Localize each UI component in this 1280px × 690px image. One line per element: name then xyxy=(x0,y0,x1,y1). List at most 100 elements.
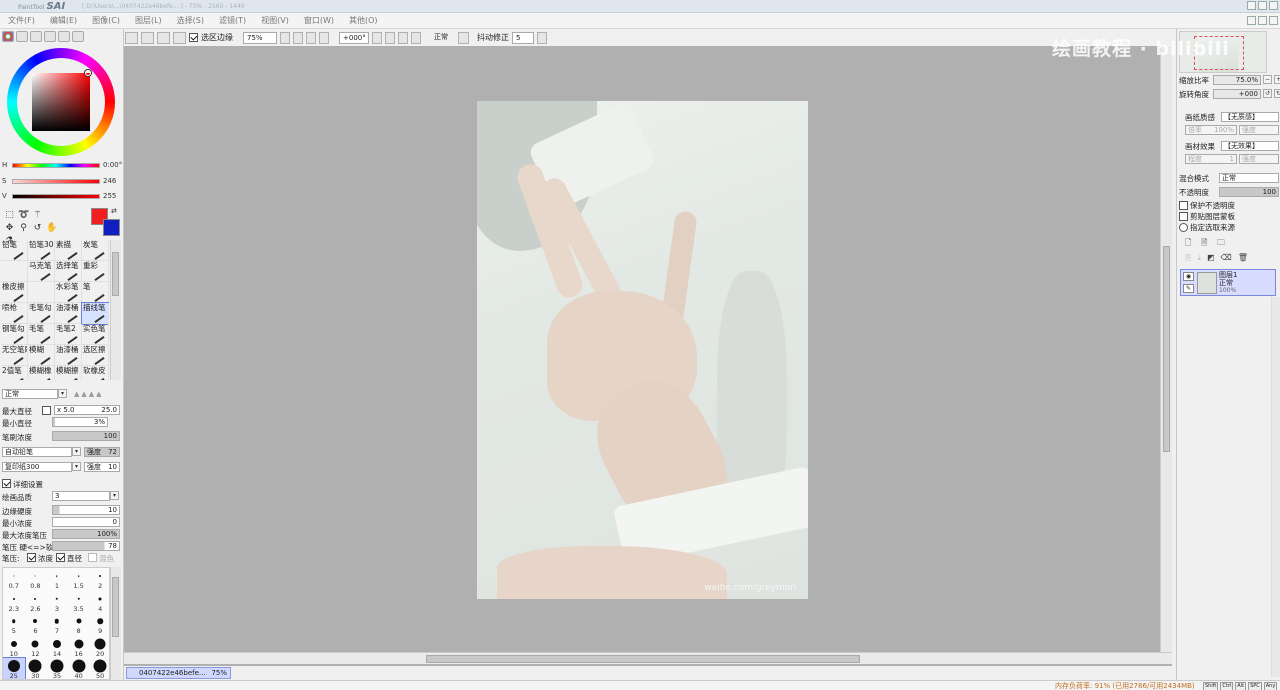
min-density-slider[interactable]: 0 xyxy=(52,517,120,527)
menu-window[interactable]: 窗口(W) xyxy=(296,15,341,26)
brush-slot[interactable]: 油漆桶 xyxy=(55,303,82,324)
brush-size-preset[interactable]: 35 xyxy=(46,658,68,679)
brush-mode-dropdown-icon[interactable]: ▾ xyxy=(58,389,67,398)
menu-other[interactable]: 其他(O) xyxy=(341,15,385,26)
brush-size-preset[interactable]: 0.7 xyxy=(3,568,25,591)
rotate-icon[interactable]: ↺ xyxy=(32,223,43,234)
brush-slot[interactable] xyxy=(1,261,28,282)
maximize-button[interactable] xyxy=(1258,1,1267,10)
brush-size-preset[interactable]: 3 xyxy=(46,591,68,614)
brush-size-preset[interactable]: 25 xyxy=(3,657,26,679)
brush-slot[interactable]: 模糊擦 xyxy=(55,366,82,380)
quality-dropdown-icon[interactable]: ▾ xyxy=(110,491,119,500)
brush-slot[interactable]: 模糊橡 xyxy=(28,366,55,380)
brush-size-preset[interactable]: 14 xyxy=(46,636,68,659)
blend-mode-select[interactable]: 正常 xyxy=(1219,173,1279,183)
brush-size-preset[interactable]: 2 xyxy=(89,568,109,591)
brush-slot[interactable]: 毛笔 xyxy=(28,324,55,345)
nav-rotate-right-button[interactable]: ↻ xyxy=(1274,89,1280,98)
close-button[interactable] xyxy=(1269,1,1278,10)
brush-size-preset[interactable]: 3.5 xyxy=(68,591,90,614)
layer-mask-icon[interactable]: ◩ xyxy=(1207,253,1215,263)
value-slider[interactable] xyxy=(12,194,100,199)
redo-button[interactable] xyxy=(141,31,154,44)
brush-slot[interactable]: 选区擦 xyxy=(82,345,109,366)
rotate-right-button[interactable] xyxy=(398,31,408,44)
effect-degree-field[interactable]: 程度 1 xyxy=(1185,154,1237,164)
brush-shape-select[interactable]: 自动铅笔 xyxy=(2,447,72,457)
brush-slot[interactable]: 油漆桶 xyxy=(55,345,82,366)
saturation-value-square[interactable] xyxy=(32,73,90,131)
mixer-tab-icon[interactable] xyxy=(72,31,84,42)
max-size-field[interactable]: x 5.0 25.0 xyxy=(54,405,120,415)
min-size-slider[interactable]: 3% xyxy=(52,417,108,427)
advanced-settings-checkbox[interactable] xyxy=(2,479,11,488)
brush-slot[interactable]: 橡皮擦 xyxy=(1,282,28,303)
brush-size-preset[interactable]: 30 xyxy=(25,658,47,679)
merge-layer-icon[interactable]: ⤓ xyxy=(1197,253,1201,263)
effect-strength-field[interactable]: 强度 xyxy=(1239,154,1279,164)
rotate-left-button[interactable] xyxy=(385,31,395,44)
layer-item[interactable]: ◉ ✎ 图层1 正常 100% xyxy=(1180,269,1276,296)
opacity-slider[interactable]: 100 xyxy=(1219,187,1279,197)
nav-zoom-slider[interactable]: 75.0% xyxy=(1213,75,1261,85)
hue-marker[interactable] xyxy=(85,70,91,76)
quality-select[interactable]: 3 xyxy=(52,491,110,501)
brush-size-preset[interactable]: 12 xyxy=(25,636,47,659)
zoom-in-button[interactable] xyxy=(306,31,316,44)
brush-slot[interactable]: 笔 xyxy=(82,282,109,303)
brush-size-preset[interactable]: 1 xyxy=(46,568,68,591)
view-mode-select[interactable]: 正常 xyxy=(431,32,455,44)
pressure-softness-slider[interactable]: 78 xyxy=(52,541,120,551)
paper-scale-field[interactable]: 倍率 100% xyxy=(1185,125,1237,135)
zoom-dropdown-icon[interactable] xyxy=(280,31,290,44)
brush-slot[interactable]: 水彩笔 xyxy=(55,282,82,303)
brush-size-preset[interactable]: 0.8 xyxy=(25,568,47,591)
brush-slot[interactable]: 模糊 xyxy=(28,345,55,366)
pressure-density-checkbox[interactable] xyxy=(27,553,36,562)
brush-size-preset[interactable]: 10 xyxy=(3,636,25,659)
pressure-size-checkbox[interactable] xyxy=(56,553,65,562)
rotate-reset-button[interactable] xyxy=(411,31,421,44)
brush-slot[interactable]: 选择笔 xyxy=(55,261,82,282)
brush-size-preset[interactable]: 9 xyxy=(89,613,109,636)
brush-slot[interactable]: 无空笔刷 xyxy=(1,345,28,366)
brush-slot[interactable]: 喷枪 xyxy=(1,303,28,324)
zoom-reset-button[interactable] xyxy=(319,31,329,44)
layer-visibility-eye-icon[interactable]: ◉ xyxy=(1183,272,1194,281)
stabilizer-select[interactable]: 5 xyxy=(512,31,534,44)
brush-size-scroll-thumb[interactable] xyxy=(112,577,119,637)
canvas-area[interactable]: weibo.com/greymon xyxy=(124,46,1172,666)
brush-size-scrollbar[interactable] xyxy=(110,567,121,680)
nav-angle-slider[interactable]: +000 xyxy=(1213,89,1261,99)
doc-close-button[interactable] xyxy=(1269,16,1278,25)
brush-size-preset[interactable]: 7 xyxy=(46,613,68,636)
menu-layer[interactable]: 图层(L) xyxy=(127,15,169,26)
invert-selection-button[interactable] xyxy=(173,31,186,44)
hand-icon[interactable]: ✋ xyxy=(46,223,57,234)
selection-edge-checkbox[interactable] xyxy=(189,33,198,42)
brush-texture-dropdown-icon[interactable]: ▾ xyxy=(72,462,81,471)
brush-size-preset[interactable]: 6 xyxy=(25,613,47,636)
magic-wand-icon[interactable]: ⚚ xyxy=(32,210,43,221)
undo-button[interactable] xyxy=(125,31,138,44)
new-layer-icon[interactable]: 🗋 xyxy=(1185,238,1195,248)
max-size-link-checkbox[interactable] xyxy=(42,406,51,415)
rect-select-icon[interactable]: ⬚ xyxy=(4,210,15,221)
minimize-button[interactable] xyxy=(1247,1,1256,10)
delete-layer-icon[interactable]: 🗑 xyxy=(1238,253,1248,263)
brush-size-preset[interactable]: 5 xyxy=(3,613,25,636)
brush-shape-presets-icon[interactable]: ▲▲▲▲ xyxy=(74,390,104,398)
zoom-out-button[interactable] xyxy=(293,31,303,44)
brush-slot[interactable]: 素描 xyxy=(55,240,82,261)
brush-size-preset[interactable]: 8 xyxy=(68,613,90,636)
swap-colors-icon[interactable]: ⇄ xyxy=(111,207,117,215)
brush-slot[interactable]: 描线笔 xyxy=(81,302,109,325)
deselect-button[interactable] xyxy=(157,31,170,44)
brush-shape-dropdown-icon[interactable]: ▾ xyxy=(72,447,81,456)
rotation-dropdown-icon[interactable] xyxy=(372,31,382,44)
brush-slot[interactable]: 炭笔 xyxy=(82,240,109,261)
brush-size-preset[interactable]: 2.3 xyxy=(3,591,25,614)
swatch-tab-icon[interactable] xyxy=(44,31,56,42)
canvas-photo[interactable]: weibo.com/greymon xyxy=(477,101,808,599)
